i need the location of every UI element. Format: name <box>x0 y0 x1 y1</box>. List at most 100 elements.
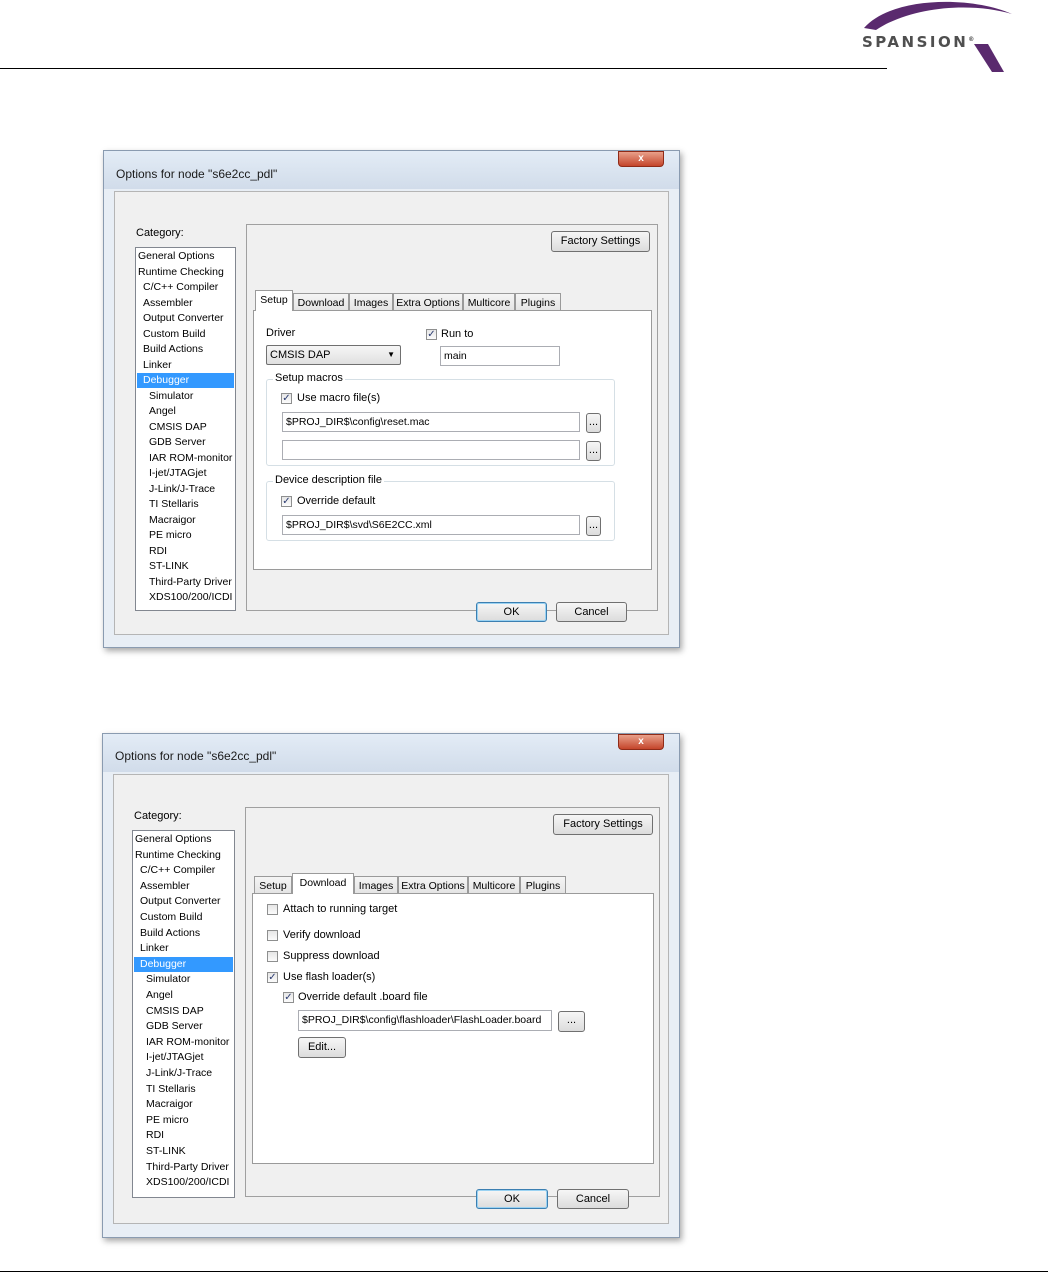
category-item[interactable]: Third-Party Driver <box>137 575 234 590</box>
tab-plugins[interactable]: Plugins <box>515 293 561 311</box>
device-description-title: Device description file <box>273 474 384 486</box>
category-item[interactable]: GDB Server <box>137 435 234 450</box>
category-item[interactable]: Output Converter <box>134 894 233 909</box>
override-board-checkbox[interactable]: ✓ <box>283 992 294 1003</box>
device-description-group: Device description file ✓ Override defau… <box>266 474 615 541</box>
category-item[interactable]: Output Converter <box>137 311 234 326</box>
category-item[interactable]: General Options <box>137 249 234 264</box>
run-to-checkbox[interactable]: ✓ <box>426 329 437 340</box>
category-item[interactable]: Custom Build <box>134 910 233 925</box>
override-default-checkbox[interactable]: ✓ <box>281 496 292 507</box>
dialog-title: Options for node "s6e2cc_pdl" <box>116 167 278 181</box>
category-item[interactable]: J-Link/J-Trace <box>137 482 234 497</box>
category-item[interactable]: XDS100/200/ICDI <box>137 590 234 605</box>
ok-button[interactable]: OK <box>476 602 547 622</box>
category-item[interactable]: Third-Party Driver <box>134 1160 233 1175</box>
category-item[interactable]: TI Stellaris <box>137 497 234 512</box>
category-item[interactable]: Linker <box>137 358 234 373</box>
suppress-download-label: Suppress download <box>283 950 380 962</box>
category-item[interactable]: Linker <box>134 941 233 956</box>
category-list[interactable]: General Options Runtime Checking C/C++ Com… <box>132 830 235 1198</box>
category-item[interactable]: CMSIS DAP <box>137 420 234 435</box>
tab-multicore[interactable]: Multicore <box>468 876 520 894</box>
tab-extra-options[interactable]: Extra Options <box>398 876 468 894</box>
category-item[interactable]: Macraigor <box>137 513 234 528</box>
category-item[interactable]: XDS100/200/ICDI <box>134 1175 233 1190</box>
category-item[interactable]: GDB Server <box>134 1019 233 1034</box>
driver-select-value: CMSIS DAP <box>270 349 331 361</box>
tab-images[interactable]: Images <box>349 293 393 311</box>
category-item[interactable]: TI Stellaris <box>134 1082 233 1097</box>
download-tab-body: Attach to running target Verify download… <box>252 893 654 1164</box>
dialog-client-area: Category: General Options Runtime Checkin… <box>113 774 669 1224</box>
category-item[interactable]: Build Actions <box>134 926 233 941</box>
setup-macros-group: Setup macros ✓ Use macro file(s) $PROJ_D… <box>266 372 615 466</box>
category-item[interactable]: IAR ROM-monitor <box>134 1035 233 1050</box>
category-item[interactable]: C/C++ Compiler <box>134 863 233 878</box>
close-button[interactable]: x <box>618 734 664 750</box>
tab-download[interactable]: Download <box>292 873 354 894</box>
category-item[interactable]: I-jet/JTAGjet <box>137 466 234 481</box>
category-item[interactable]: Runtime Checking <box>134 848 233 863</box>
suppress-download-checkbox[interactable] <box>267 951 278 962</box>
verify-download-checkbox[interactable] <box>267 930 278 941</box>
device-file-input[interactable]: $PROJ_DIR$\svd\S6E2CC.xml <box>282 515 580 535</box>
setup-tab-body: Driver CMSIS DAP ▼ ✓ Run to main Setup m… <box>253 310 652 570</box>
category-item[interactable]: Runtime Checking <box>137 265 234 280</box>
tab-multicore[interactable]: Multicore <box>463 293 515 311</box>
category-item[interactable]: RDI <box>137 544 234 559</box>
tab-download[interactable]: Download <box>293 293 349 311</box>
tab-setup[interactable]: Setup <box>254 876 292 894</box>
tab-setup[interactable]: Setup <box>255 290 293 311</box>
category-item[interactable]: Macraigor <box>134 1097 233 1112</box>
use-macro-checkbox[interactable]: ✓ <box>281 393 292 404</box>
category-item[interactable]: J-Link/J-Trace <box>134 1066 233 1081</box>
flash-loader-checkbox[interactable]: ✓ <box>267 972 278 983</box>
category-item[interactable]: PE micro <box>137 528 234 543</box>
tab-images[interactable]: Images <box>354 876 398 894</box>
factory-settings-button[interactable]: Factory Settings <box>551 231 650 252</box>
category-item[interactable]: Custom Build <box>137 327 234 342</box>
category-item[interactable]: Debugger <box>134 956 233 972</box>
category-item[interactable]: PE micro <box>134 1113 233 1128</box>
category-list[interactable]: General Options Runtime Checking C/C++ Com… <box>135 247 236 611</box>
category-item[interactable]: IAR ROM-monitor <box>137 451 234 466</box>
category-item[interactable]: Debugger <box>137 373 234 388</box>
category-item[interactable]: Simulator <box>137 389 234 404</box>
category-item[interactable]: I-jet/JTAGjet <box>134 1050 233 1065</box>
board-file-browse-button[interactable]: ... <box>558 1011 585 1032</box>
setup-macros-title: Setup macros <box>273 372 345 384</box>
cancel-button[interactable]: Cancel <box>556 602 627 622</box>
category-item[interactable]: Assembler <box>134 879 233 894</box>
board-file-input[interactable]: $PROJ_DIR$\config\flashloader\FlashLoade… <box>298 1010 552 1031</box>
tab-extra-options[interactable]: Extra Options <box>393 293 463 311</box>
category-item[interactable]: CMSIS DAP <box>134 1004 233 1019</box>
tab-plugins[interactable]: Plugins <box>520 876 566 894</box>
category-item[interactable]: ST-LINK <box>137 559 234 574</box>
ok-button[interactable]: OK <box>476 1189 548 1209</box>
attach-target-checkbox[interactable] <box>267 904 278 915</box>
category-item[interactable]: ST-LINK <box>134 1144 233 1159</box>
spansion-wordmark: SPANSION® <box>862 33 975 51</box>
cancel-button[interactable]: Cancel <box>557 1189 629 1209</box>
attach-target-label: Attach to running target <box>283 903 398 915</box>
category-item[interactable]: General Options <box>134 832 233 847</box>
category-item[interactable]: C/C++ Compiler <box>137 280 234 295</box>
category-item[interactable]: Build Actions <box>137 342 234 357</box>
category-item[interactable]: Assembler <box>137 296 234 311</box>
macro-file-1-browse-button[interactable]: ... <box>586 413 601 433</box>
macro-file-2-browse-button[interactable]: ... <box>586 441 601 461</box>
category-item[interactable]: Angel <box>134 988 233 1003</box>
category-item[interactable]: RDI <box>134 1128 233 1143</box>
use-macro-label: Use macro file(s) <box>297 392 381 404</box>
macro-file-input-2[interactable] <box>282 440 580 460</box>
driver-select[interactable]: CMSIS DAP ▼ <box>266 345 401 365</box>
edit-button[interactable]: Edit... <box>298 1037 346 1058</box>
close-button[interactable]: x <box>618 151 664 167</box>
factory-settings-button[interactable]: Factory Settings <box>553 814 653 835</box>
macro-file-input-1[interactable]: $PROJ_DIR$\config\reset.mac <box>282 412 580 432</box>
category-item[interactable]: Simulator <box>134 972 233 987</box>
device-file-browse-button[interactable]: ... <box>586 516 601 536</box>
category-item[interactable]: Angel <box>137 404 234 419</box>
run-to-input[interactable]: main <box>440 346 560 366</box>
